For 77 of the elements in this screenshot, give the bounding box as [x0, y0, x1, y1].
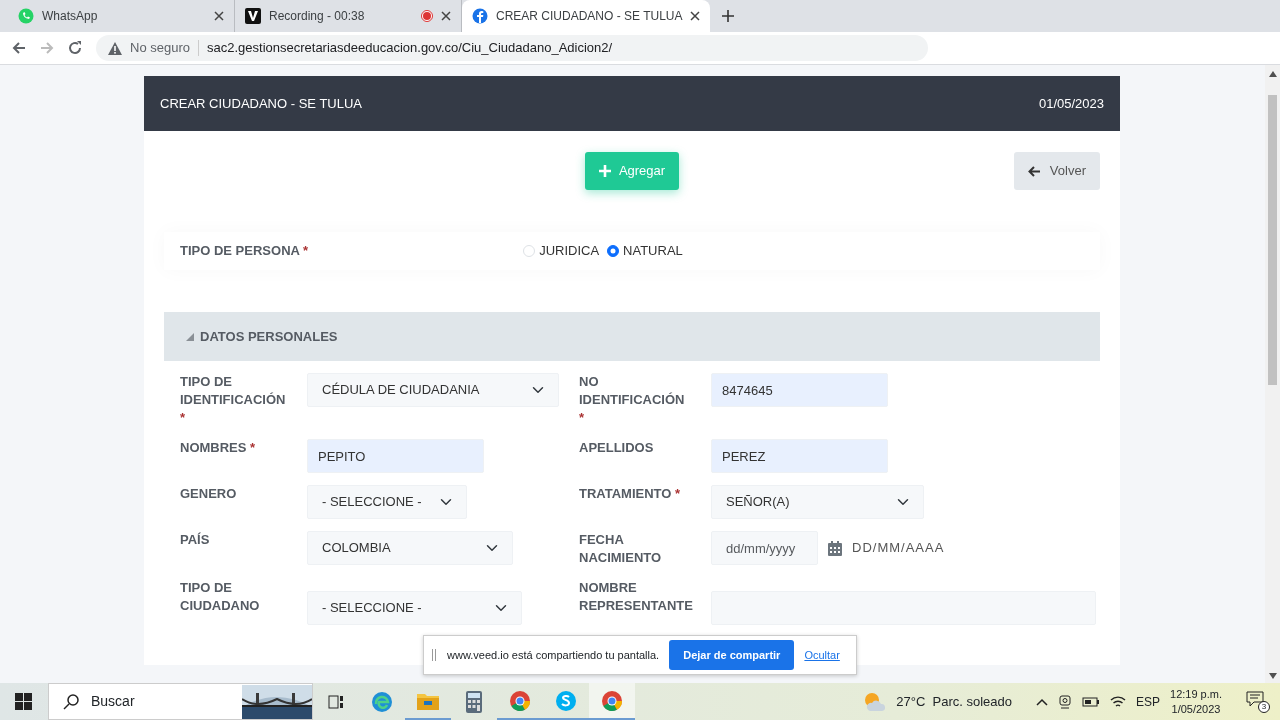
taskbar-search[interactable]: Buscar [48, 683, 313, 720]
share-message: www.veed.io está compartiendo tu pantalla. [447, 647, 660, 663]
clock-time: 12:19 p.m. [1170, 686, 1222, 702]
text-field[interactable]: 8474645 [711, 373, 888, 407]
date-field[interactable]: dd/mm/yyyy [711, 531, 818, 565]
date-format-hint: DD/MM/AAAA [852, 539, 945, 557]
select-field[interactable]: - SELECCIONE - [307, 485, 467, 519]
field-label: TRATAMIENTO * [579, 485, 682, 503]
tab-title: WhatsApp [42, 8, 99, 25]
back-icon[interactable] [12, 41, 26, 55]
field-label: TIPO DE CIUDADANO [180, 579, 261, 615]
search-icon [63, 693, 79, 710]
v-logo-icon [245, 8, 261, 24]
select-field[interactable]: CÉDULA DE CIUDADANIA [307, 373, 559, 407]
plus-icon [598, 165, 611, 177]
scroll-up-icon[interactable] [1268, 71, 1277, 77]
tab-title: Recording - 00:38 [269, 8, 366, 25]
field-label: PAÍS [180, 531, 211, 549]
calendar-icon[interactable] [828, 541, 842, 556]
browser-tab[interactable]: CREAR CIUDADANO - SE TULUA [462, 0, 711, 32]
circle-logo-icon [472, 8, 488, 24]
notification-icon[interactable] [1246, 690, 1264, 707]
wifi-icon[interactable] [1110, 694, 1126, 709]
scroll-down-icon[interactable] [1268, 673, 1277, 679]
chevron-up-icon[interactable] [1036, 697, 1048, 706]
windows-logo-icon[interactable] [14, 693, 32, 710]
field-label: FECHA NACIMIENTO [579, 531, 663, 567]
tab-title: CREAR CIUDADANO - SE TULUA [496, 8, 683, 25]
calculator-icon[interactable] [466, 690, 482, 713]
taskbar-clock[interactable]: 12:19 p.m. 1/05/2023 [1170, 686, 1222, 717]
drag-handle-icon[interactable] [432, 649, 437, 661]
radio-label: JURIDICA [539, 242, 600, 261]
field-label: TIPO DE IDENTIFICACIÓN * [180, 373, 287, 427]
field-label: NOMBRES * [180, 439, 257, 457]
radio-button[interactable] [607, 245, 620, 257]
back-button[interactable]: Volver [1013, 152, 1100, 190]
field-label: GENERO [180, 485, 238, 503]
close-icon[interactable] [214, 11, 224, 21]
field-label: TIPO DE PERSONA * [180, 242, 309, 261]
field-label: NOMBRE REPRESENTANTE [579, 579, 691, 615]
header-date: 01/05/2023 [1038, 94, 1104, 113]
text-field[interactable]: PEREZ [711, 439, 888, 473]
new-tab-icon[interactable] [722, 10, 735, 22]
chat-bubble-icon [18, 8, 34, 24]
select-field[interactable]: - SELECCIONE - [307, 591, 522, 625]
radio-label: NATURAL [623, 242, 683, 261]
select-field[interactable]: SEÑOR(A) [711, 485, 924, 519]
clock-date: 1/05/2023 [1170, 701, 1222, 717]
scrollbar-thumb[interactable] [1268, 95, 1277, 385]
field-label: APELLIDOS [579, 439, 655, 457]
page-title: CREAR CIUDADANO - SE TULUA [160, 94, 362, 113]
chrome-icon[interactable] [509, 689, 531, 712]
arrow-left-icon [1027, 165, 1040, 177]
select-field[interactable]: COLOMBIA [307, 531, 513, 565]
task-view-icon[interactable] [328, 693, 344, 710]
url-text: sac2.gestionsecretariasdeeducacion.gov.co/Ciu_Ciudadano_Adicion2/ [207, 39, 613, 58]
section-header[interactable]: DATOS PERSONALES [164, 312, 1100, 361]
warning-icon [108, 41, 122, 55]
address-bar[interactable]: No seguro sac2.gestionsecretariasdeeducacion.gov.co/Ciu_Ciudadano_Adicion2/ [96, 35, 928, 61]
hide-link[interactable]: Ocultar [804, 646, 840, 664]
notification-count: 3 [1258, 700, 1270, 713]
chrome-icon[interactable] [601, 689, 623, 712]
folder-icon[interactable] [417, 691, 439, 710]
section-title: DATOS PERSONALES [200, 327, 338, 346]
camera-icon[interactable] [1058, 694, 1072, 709]
language-indicator[interactable]: ESP [1136, 692, 1160, 711]
text-field[interactable]: PEPITO [307, 439, 484, 473]
close-icon[interactable] [690, 11, 701, 21]
security-label: No seguro [130, 39, 190, 58]
field-label: NO IDENTIFICACIÓN * [579, 373, 686, 427]
battery-icon[interactable] [1082, 695, 1100, 708]
edge-icon[interactable] [371, 690, 393, 713]
weather-text[interactable]: 27°C Parc. soleado [896, 691, 1012, 712]
search-placeholder: Buscar [91, 692, 136, 711]
reload-icon[interactable] [68, 41, 82, 55]
close-icon[interactable] [441, 11, 451, 21]
stop-sharing-button[interactable]: Dejar de compartir [669, 640, 795, 670]
